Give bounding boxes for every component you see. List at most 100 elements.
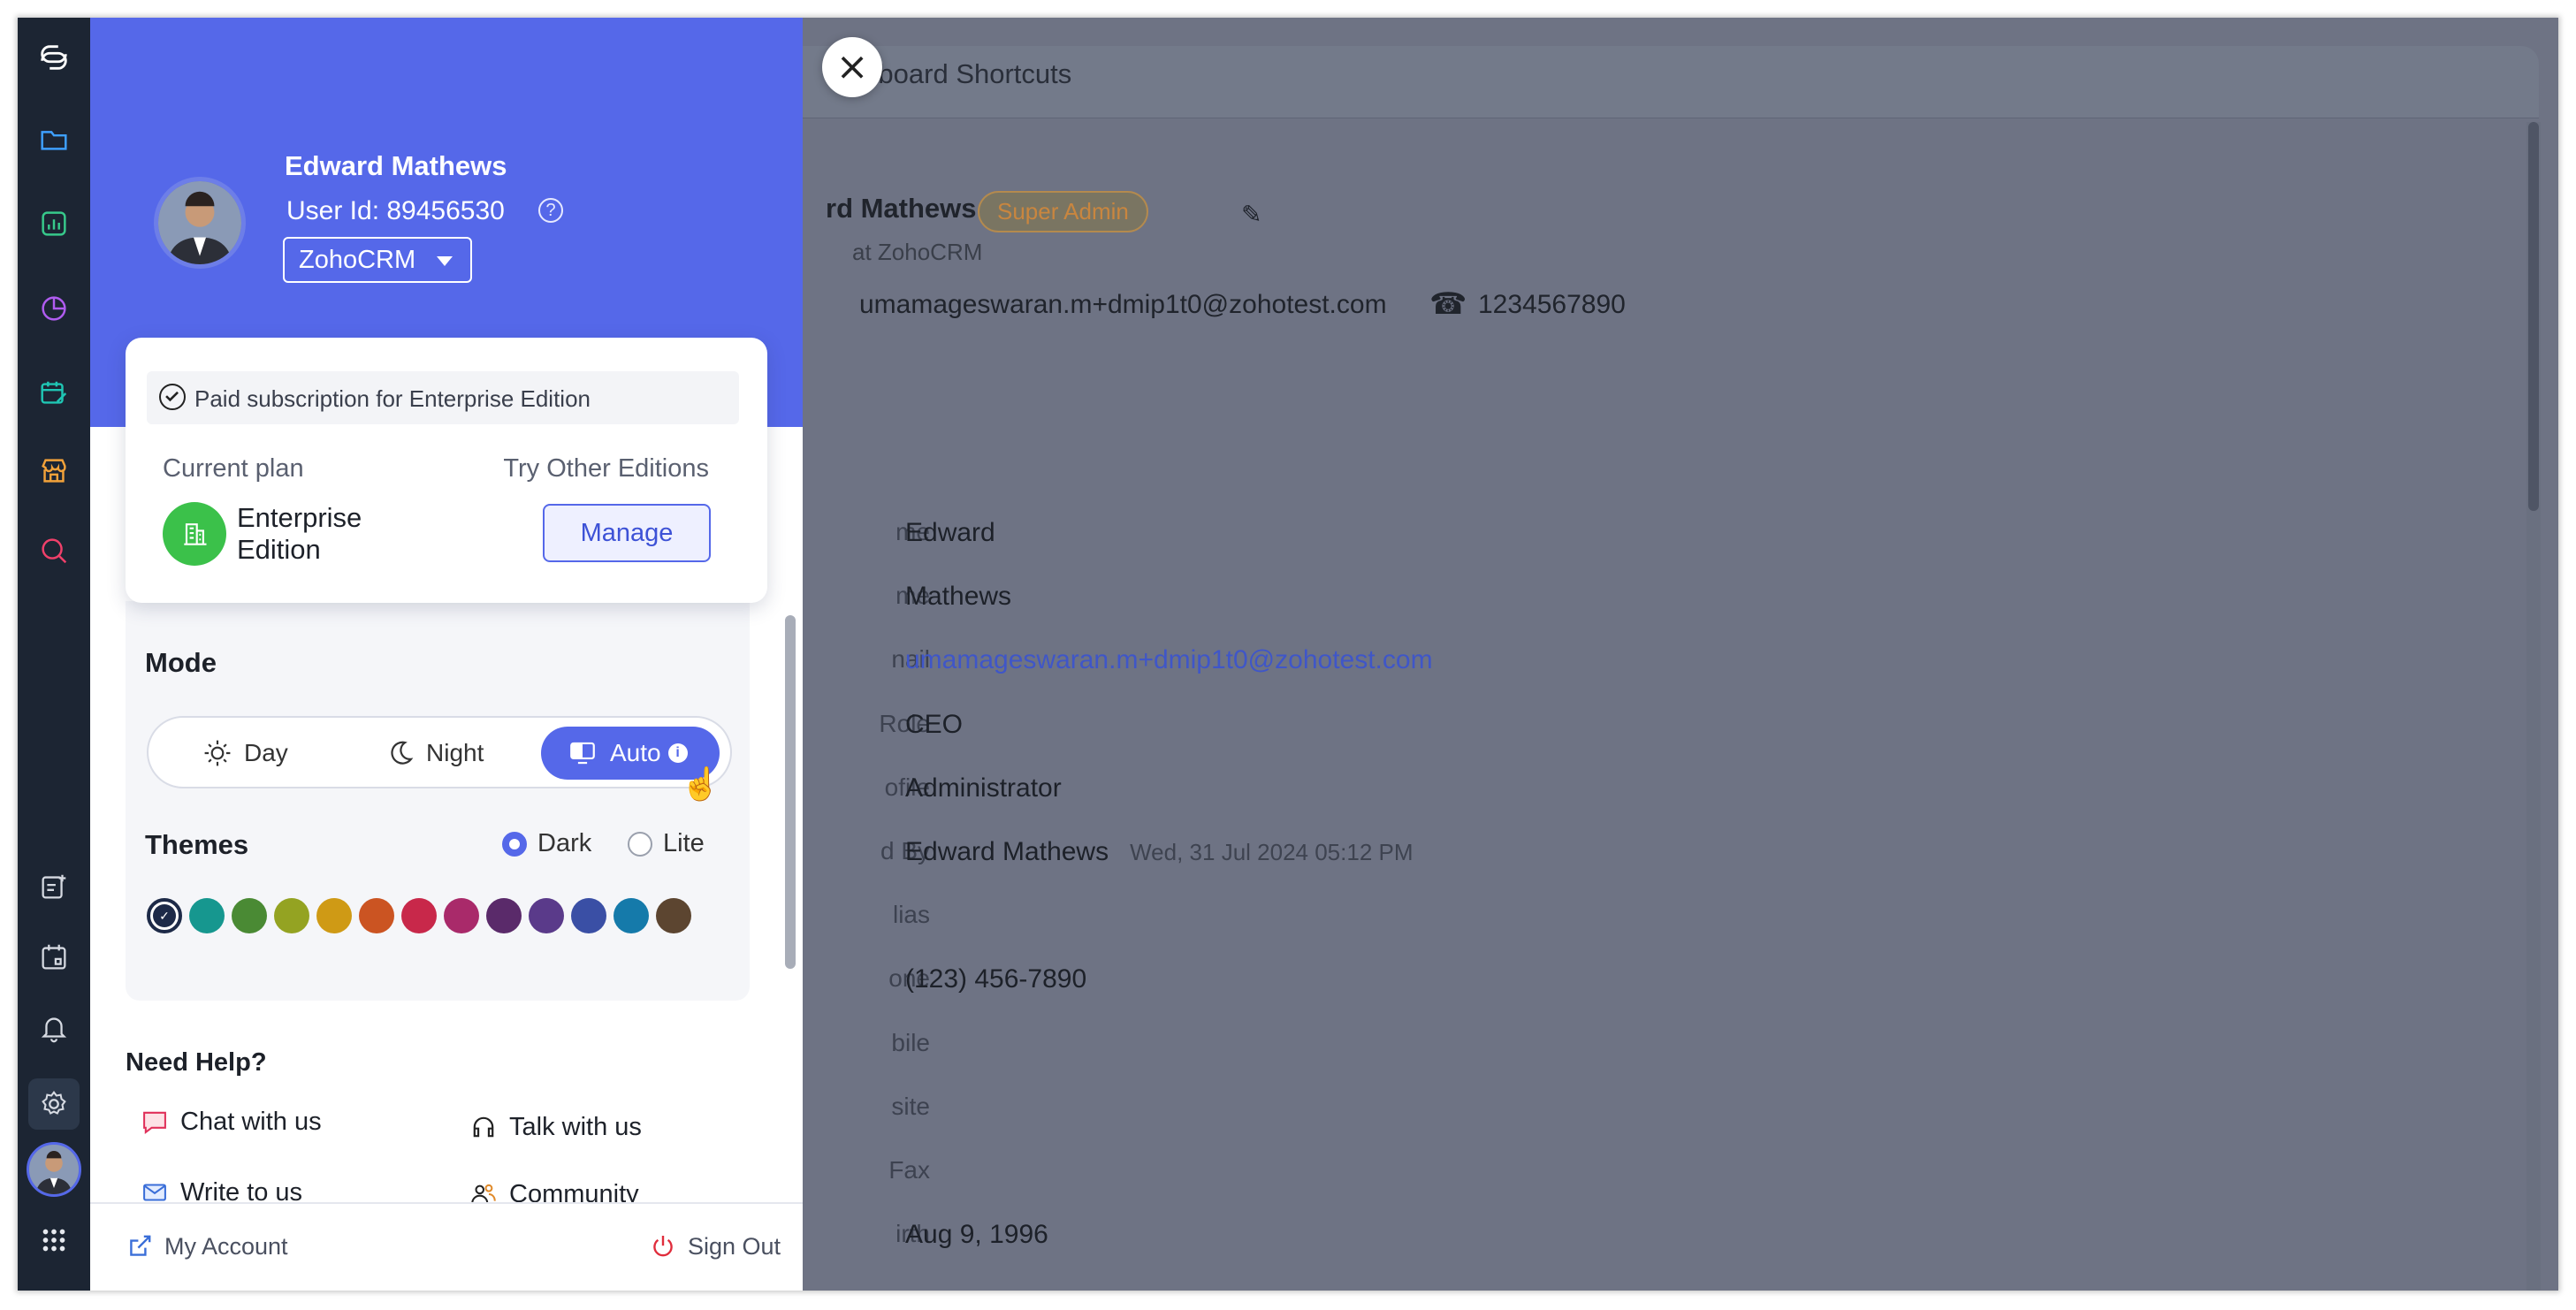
sign-out-label: Sign Out <box>688 1232 781 1260</box>
sign-out-link[interactable]: Sign Out <box>649 1232 781 1260</box>
modified-date: Wed, 31 Jul 2024 05:12 PM <box>1130 839 1414 865</box>
background-field-value: Edward Mathews Wed, 31 Jul 2024 05:12 PM <box>905 837 1414 867</box>
field-value-text: Mathews <box>905 582 1012 611</box>
check-icon: ✓ <box>153 904 176 927</box>
moon-icon <box>391 741 414 765</box>
headset-icon <box>473 1116 494 1138</box>
subscription-note-text: Paid subscription for Enterprise Edition <box>194 385 591 412</box>
chat-with-us-label: Chat with us <box>180 1107 322 1136</box>
left-rail <box>18 18 90 1291</box>
profile-avatar[interactable] <box>154 177 246 269</box>
calendar-icon[interactable] <box>34 937 74 978</box>
monitor-icon <box>570 742 595 765</box>
field-value-text: Administrator <box>905 773 1062 803</box>
radio-lite-unchecked <box>628 831 652 857</box>
theme-radio-lite[interactable]: Lite <box>628 829 705 858</box>
zoho-logo-icon[interactable] <box>34 37 74 78</box>
theme-swatch-selected[interactable]: ✓ <box>147 898 182 933</box>
analytics-icon[interactable] <box>34 203 74 244</box>
field-value-text: (123) 456-7890 <box>905 964 1087 994</box>
background-field-label: Fax <box>888 1156 930 1184</box>
edit-pencil-icon[interactable]: ✎ <box>1241 200 1261 229</box>
folder-icon[interactable] <box>34 118 74 159</box>
reports-pie-icon[interactable] <box>34 288 74 329</box>
theme-swatch[interactable] <box>189 898 225 933</box>
field-value-text: Aug 9, 1996 <box>905 1220 1048 1249</box>
sun-icon <box>204 740 231 766</box>
caret-down-icon <box>437 256 453 266</box>
chat-bubble-icon <box>143 1111 166 1134</box>
org-dropdown-value: ZohoCRM <box>299 246 416 274</box>
background-field-value: Mathews <box>905 582 1011 612</box>
store-icon[interactable] <box>34 451 74 491</box>
user-id: User Id: 89456530 <box>286 196 505 225</box>
background-field-label: lias <box>892 901 930 928</box>
theme-swatch[interactable] <box>401 898 437 933</box>
my-account-label: My Account <box>164 1232 288 1260</box>
close-panel-button[interactable]: × <box>822 37 882 97</box>
background-field-value: Aug 9, 1996 <box>905 1220 1048 1250</box>
theme-swatches: ✓ <box>147 898 691 933</box>
theme-swatch[interactable] <box>232 898 267 933</box>
help-question-icon[interactable]: ? <box>538 198 563 223</box>
check-circle-icon <box>159 384 186 410</box>
field-value-text: Edward <box>905 518 995 547</box>
theme-lite-label: Lite <box>663 829 705 857</box>
my-account-link[interactable]: My Account <box>126 1232 288 1260</box>
theme-swatch[interactable] <box>486 898 522 933</box>
talk-with-us-link[interactable]: Talk with us <box>469 1112 642 1142</box>
add-note-icon[interactable] <box>34 866 74 907</box>
background-field-value: (123) 456-7890 <box>905 964 1086 994</box>
mode-label-day: Day <box>244 739 288 766</box>
page-scrollbar-thumb[interactable] <box>2528 122 2539 511</box>
background-field-value: CEO <box>905 710 963 740</box>
theme-swatch[interactable] <box>444 898 479 933</box>
radio-dark-checked <box>502 831 527 857</box>
theme-swatch[interactable] <box>656 898 691 933</box>
theme-radio-dark[interactable]: Dark <box>502 829 591 858</box>
info-icon[interactable]: i <box>667 743 688 763</box>
org-dropdown[interactable]: ZohoCRM <box>283 237 472 283</box>
background-field-label: site <box>891 1093 930 1120</box>
background-field-value[interactable]: umamageswaran.m+dmip1t0@zohotest.com <box>905 645 1433 675</box>
background-org-line: at ZohoCRM <box>852 239 983 265</box>
background-phone: 1234567890 <box>1478 290 1626 319</box>
theme-swatch[interactable] <box>571 898 606 933</box>
background-field-value: Edward <box>905 518 995 548</box>
background-profile-name: rd Mathews <box>826 193 977 224</box>
field-value-text: Edward Mathews <box>905 837 1109 866</box>
panel-footer: My Account Sign Out <box>90 1202 803 1291</box>
theme-swatch[interactable] <box>614 898 649 933</box>
user-avatar[interactable] <box>27 1142 81 1197</box>
themes-title: Themes <box>145 829 249 860</box>
mode-option-night[interactable]: Night <box>385 727 484 780</box>
phone-icon: ☎ <box>1429 287 1467 321</box>
theme-swatch[interactable] <box>359 898 394 933</box>
panel-scrollbar-thumb[interactable] <box>785 615 796 969</box>
subscription-note: Paid subscription for Enterprise Edition <box>147 371 739 424</box>
mode-segmented-control: Day Night Auto i <box>147 716 732 788</box>
need-help-title: Need Help? <box>126 1048 267 1077</box>
email-link[interactable]: umamageswaran.m+dmip1t0@zohotest.com <box>905 645 1433 674</box>
mode-option-day[interactable]: Day <box>202 727 288 780</box>
external-link-icon <box>130 1235 151 1256</box>
try-other-editions-link[interactable]: Try Other Editions <box>503 454 709 484</box>
search-insights-icon[interactable] <box>34 530 74 571</box>
theme-swatch[interactable] <box>529 898 564 933</box>
theme-swatch[interactable] <box>316 898 352 933</box>
manage-button[interactable]: Manage <box>543 504 711 562</box>
theme-swatch[interactable] <box>274 898 309 933</box>
settings-gear-icon[interactable] <box>28 1078 80 1130</box>
field-value-text: CEO <box>905 710 964 739</box>
apps-grid-icon[interactable] <box>34 1220 74 1260</box>
calendar-edit-icon[interactable] <box>34 373 74 414</box>
background-email: umamageswaran.m+dmip1t0@zohotest.com <box>859 290 1387 319</box>
talk-with-us-label: Talk with us <box>509 1112 642 1141</box>
building-icon <box>163 502 226 566</box>
power-icon <box>653 1236 673 1257</box>
bell-icon[interactable] <box>34 1008 74 1048</box>
app-window: Keyboard Shortcuts rd Mathews Super Admi… <box>18 18 2558 1291</box>
chat-with-us-link[interactable]: Chat with us <box>140 1107 322 1137</box>
role-badge: Super Admin <box>978 191 1148 232</box>
background-field-value: Administrator <box>905 773 1062 804</box>
